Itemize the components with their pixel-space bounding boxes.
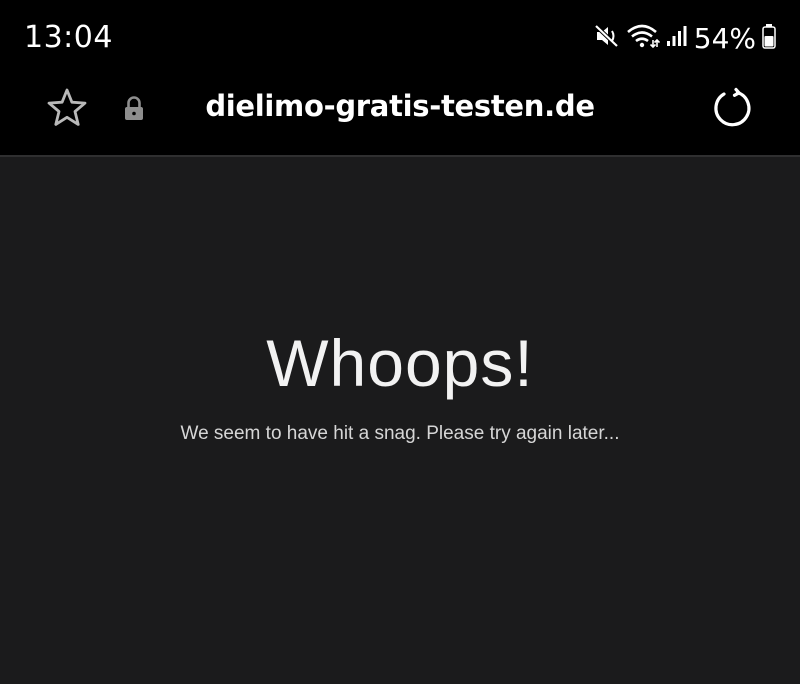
wifi-icon: [626, 23, 660, 54]
battery-icon: [762, 23, 776, 54]
star-icon: [47, 88, 87, 126]
page-title: Whoops!: [266, 326, 534, 400]
page-content: Whoops! We seem to have hit a snag. Plea…: [0, 157, 800, 684]
status-icons: 54%: [594, 20, 776, 56]
lock-icon[interactable]: [123, 96, 145, 122]
reload-icon: [714, 87, 751, 127]
battery-percent: 54%: [693, 21, 756, 55]
url-display[interactable]: dielimo-gratis-testen.de: [160, 89, 640, 123]
status-bar: 13:04 54%: [0, 0, 800, 74]
status-time: 13:04: [24, 20, 113, 55]
reload-button[interactable]: [710, 86, 754, 130]
error-message: We seem to have hit a snag. Please try a…: [180, 423, 620, 444]
signal-icon: [666, 24, 688, 53]
mute-icon: [594, 23, 620, 54]
address-bar: dielimo-gratis-testen.de: [0, 74, 800, 157]
bookmark-button[interactable]: [45, 86, 89, 130]
